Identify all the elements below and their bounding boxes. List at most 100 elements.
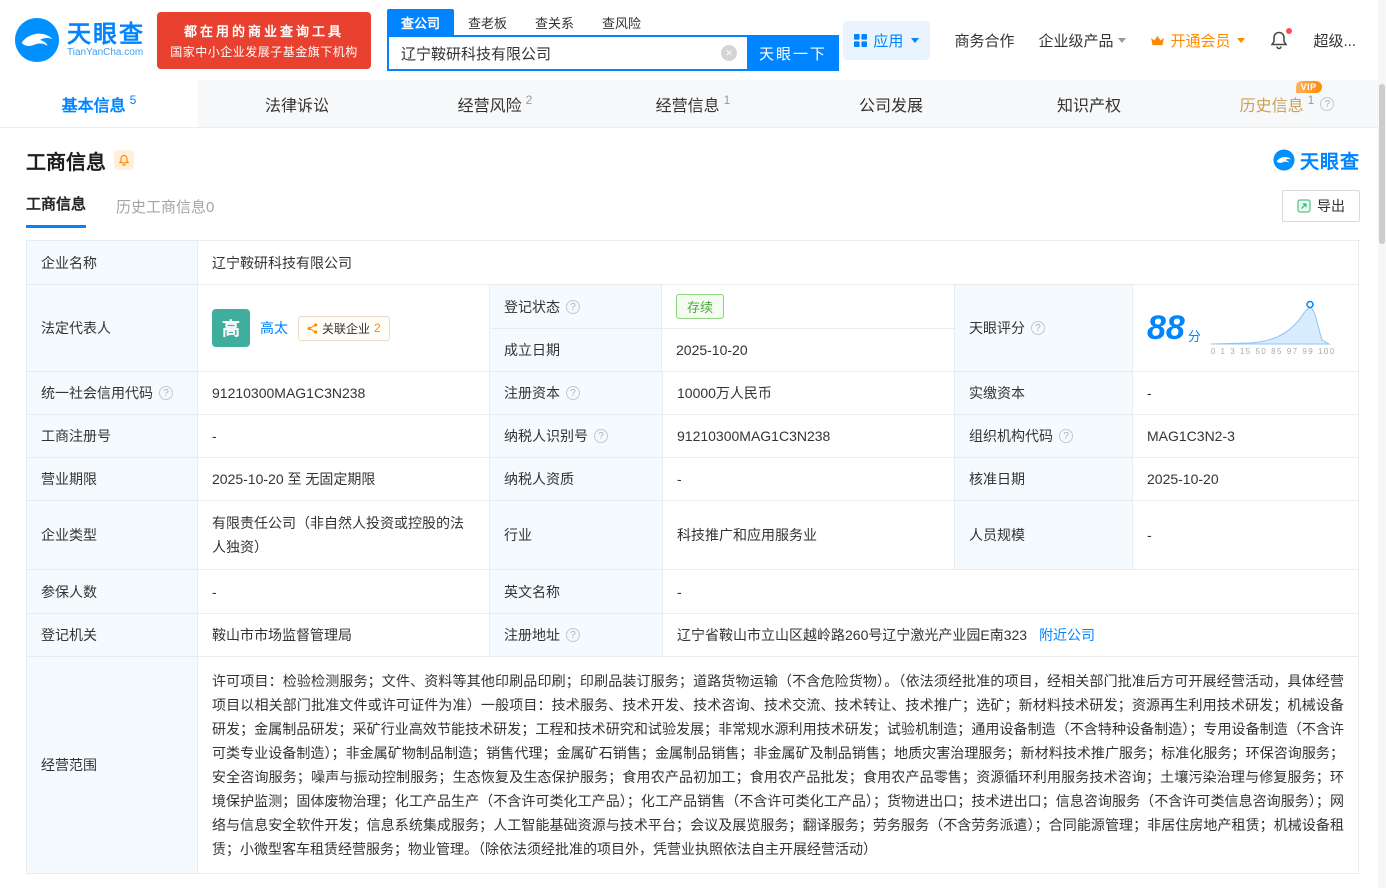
chevron-down-icon xyxy=(1237,37,1246,43)
tab-operation-risk[interactable]: 经营风险 2 xyxy=(396,80,594,127)
enterprise-label: 企业级产品 xyxy=(1038,32,1114,50)
scrollbar-track[interactable] xyxy=(1378,0,1386,888)
search-box: ✕ xyxy=(387,35,747,71)
subtab-history-business-info[interactable]: 历史工商信息0 xyxy=(116,196,214,228)
grid-icon xyxy=(854,33,868,47)
apps-label: 应用 xyxy=(873,32,904,50)
field-value-insured-count: - xyxy=(198,570,490,614)
score-curve-chart: 0 1 3 15 50 85 97 99 100 xyxy=(1210,300,1336,356)
chevron-down-icon xyxy=(1118,37,1127,43)
related-count: 2 xyxy=(374,321,381,335)
tab-label: 基本信息 xyxy=(61,97,126,115)
field-value-approval-date: 2025-10-20 xyxy=(1133,458,1359,501)
section-title: 工商信息 xyxy=(26,151,106,174)
menu-enterprise-products[interactable]: 企业级产品 xyxy=(1038,30,1127,51)
search-tab-boss[interactable]: 查老板 xyxy=(454,9,521,36)
help-icon[interactable] xyxy=(1059,429,1073,443)
search-tab-company[interactable]: 查公司 xyxy=(387,8,455,36)
field-label-approval-date: 核准日期 xyxy=(955,458,1133,501)
help-icon[interactable] xyxy=(594,429,608,443)
export-button[interactable]: 导出 xyxy=(1282,190,1360,222)
vip-badge: VIP xyxy=(1295,80,1322,93)
subtabs-row: 工商信息 历史工商信息0 导出 xyxy=(26,188,1360,228)
field-value-reg-authority: 鞍山市市场监督管理局 xyxy=(198,614,490,657)
subtab-business-info[interactable]: 工商信息 xyxy=(26,193,87,228)
scrollbar-thumb[interactable] xyxy=(1379,84,1385,244)
export-label: 导出 xyxy=(1317,198,1345,214)
field-value-business-term: 2025-10-20 至 无固定期限 xyxy=(198,458,490,501)
help-icon[interactable] xyxy=(1320,96,1335,111)
help-icon[interactable] xyxy=(1031,321,1045,335)
banner-line1: 都在用的商业查询工具 xyxy=(183,23,344,39)
score-number: 88 xyxy=(1147,309,1185,347)
search-tab-risk[interactable]: 查风险 xyxy=(588,9,655,36)
business-info-table: 企业名称 辽宁鞍研科技有限公司 法定代表人 高 高太 关联企业 2 登记状态 ?… xyxy=(26,240,1360,874)
menu-super[interactable]: 超级... xyxy=(1313,30,1356,51)
search-input[interactable] xyxy=(387,35,747,71)
help-icon[interactable] xyxy=(566,299,580,314)
nearby-companies-link[interactable]: 附近公司 xyxy=(1039,625,1095,645)
tab-label: 知识产权 xyxy=(1056,97,1121,115)
brand-watermark: 天眼查 xyxy=(1273,147,1360,174)
share-icon xyxy=(307,322,318,334)
field-label-org-code: 组织机构代码 xyxy=(955,415,1133,458)
menu-cooperation[interactable]: 商务合作 xyxy=(954,30,1014,51)
menu-open-vip[interactable]: 开通会员 xyxy=(1150,30,1246,51)
banner-line2: 国家中小企业发展子基金旗下机构 xyxy=(170,44,358,59)
tab-basic-info[interactable]: 基本信息 5 xyxy=(0,80,198,127)
tab-history-info[interactable]: 历史信息 VIP 1 xyxy=(1188,80,1386,127)
notification-bell[interactable] xyxy=(1269,28,1293,50)
field-value-taxpayer-quality: - xyxy=(663,458,955,501)
crown-icon xyxy=(1151,35,1165,45)
content-area: 工商信息 天眼查 工商信息 历史工商信息0 导出 企业名称 辽宁鞍研科技有限公司… xyxy=(0,142,1386,874)
tianyancha-logo[interactable]: 天眼查 TianYanCha.com xyxy=(14,17,145,63)
field-value-reg-capital: 10000万人民币 xyxy=(663,372,955,415)
field-value-paid-capital: - xyxy=(1133,372,1359,415)
tab-label: 历史信息 xyxy=(1239,97,1304,115)
score-unit: 分 xyxy=(1187,328,1201,344)
field-value-reg-number: - xyxy=(198,415,490,458)
field-label-english-name: 英文名称 xyxy=(490,570,663,614)
field-label-reg-authority: 登记机关 xyxy=(27,614,198,657)
field-label-legal-rep: 法定代表人 xyxy=(27,285,198,372)
promo-banner: 都在用的商业查询工具 国家中小企业发展子基金旗下机构 xyxy=(157,11,371,69)
logo-text: 天眼查 TianYanCha.com xyxy=(67,22,145,58)
legal-rep-link[interactable]: 高太 xyxy=(260,318,288,338)
help-icon[interactable] xyxy=(566,386,580,400)
field-value-establish-date: 2025-10-20 xyxy=(676,342,748,358)
related-companies-tag[interactable]: 关联企业 2 xyxy=(298,315,390,341)
tab-count: 1 xyxy=(723,92,731,107)
related-label: 关联企业 xyxy=(322,321,371,336)
search-button[interactable]: 天眼一下 xyxy=(747,35,839,71)
search-row: ✕ 天眼一下 xyxy=(387,35,839,71)
top-header: 天眼查 TianYanCha.com 都在用的商业查询工具 国家中小企业发展子基… xyxy=(0,0,1386,80)
field-value-industry: 科技推广和应用服务业 xyxy=(663,501,955,570)
apps-button[interactable]: 应用 xyxy=(843,20,931,60)
search-tab-relation[interactable]: 查关系 xyxy=(521,9,588,36)
tab-label: 经营信息 xyxy=(655,97,720,115)
help-icon[interactable] xyxy=(159,386,173,400)
help-icon[interactable] xyxy=(566,628,580,642)
tab-company-development[interactable]: 公司发展 xyxy=(792,80,990,127)
tab-label: 法律诉讼 xyxy=(264,97,329,115)
subscribe-bell-button[interactable] xyxy=(114,150,134,170)
tab-intellectual-property[interactable]: 知识产权 xyxy=(990,80,1188,127)
field-label-reg-number: 工商注册号 xyxy=(27,415,198,458)
avatar[interactable]: 高 xyxy=(212,309,250,347)
field-value-company-type: 有限责任公司（非自然人投资或控股的法人独资） xyxy=(198,501,490,570)
field-value-credit-code: 91210300MAG1C3N238 xyxy=(198,372,490,415)
field-label-taxpayer-quality: 纳税人资质 xyxy=(490,458,663,501)
tab-operation-info[interactable]: 经营信息 1 xyxy=(594,80,792,127)
field-label-industry: 行业 xyxy=(490,501,663,570)
logo-icon xyxy=(1273,149,1295,171)
field-label-staff-size: 人员规模 xyxy=(955,501,1133,570)
tab-legal-litigation[interactable]: 法律诉讼 xyxy=(198,80,396,127)
field-value-score: 88 分 0 1 3 15 50 85 97 99 100 xyxy=(1133,285,1359,372)
vip-label: 开通会员 xyxy=(1170,32,1231,50)
field-value-legal-rep: 高 高太 关联企业 2 xyxy=(198,285,490,372)
search-tabs: 查公司 查老板 查关系 查风险 xyxy=(387,8,839,36)
field-label-establish-date: 成立日期 xyxy=(490,329,662,371)
clear-icon[interactable]: ✕ xyxy=(721,45,737,61)
chevron-down-icon xyxy=(911,37,920,43)
score-axis-labels: 0 1 3 15 50 85 97 99 100 xyxy=(1210,347,1336,356)
